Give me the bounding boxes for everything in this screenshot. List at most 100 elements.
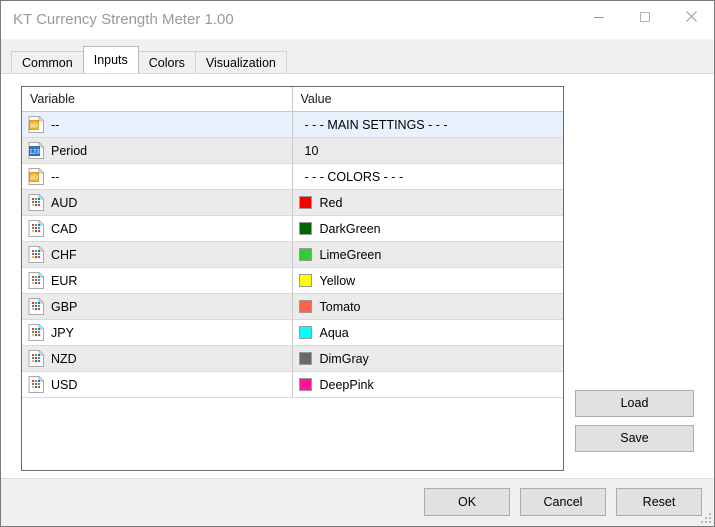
cell-variable[interactable]: EUR	[22, 267, 293, 294]
color-icon	[28, 324, 45, 341]
cell-value[interactable]: DimGray	[292, 345, 563, 372]
cell-variable[interactable]: CAD	[22, 215, 293, 242]
cell-value[interactable]: Yellow	[292, 267, 563, 294]
svg-text:123: 123	[29, 149, 40, 156]
value-label: DarkGreen	[319, 221, 381, 236]
maximize-button[interactable]	[622, 1, 668, 32]
color-swatch[interactable]	[298, 248, 312, 261]
cell-value[interactable]: Tomato	[292, 293, 563, 320]
table-row[interactable]: CAD DarkGreen	[22, 215, 563, 242]
table-row[interactable]: ab -- - - - MAIN SETTINGS - - -	[22, 111, 563, 138]
table-body: ab -- - - - MAIN SETTINGS - - - 123 Period 10…	[22, 111, 563, 398]
svg-text:ab: ab	[30, 175, 38, 182]
variable-label: --	[51, 117, 60, 132]
cell-variable[interactable]: 123 Period	[22, 137, 293, 164]
cell-value[interactable]: - - - MAIN SETTINGS - - -	[292, 111, 563, 138]
value-label: Aqua	[319, 325, 349, 340]
save-button[interactable]: Save	[575, 425, 694, 452]
tab-visualization[interactable]: Visualization	[194, 51, 287, 73]
123-icon: 123	[28, 142, 45, 159]
ab-icon: ab	[28, 168, 45, 185]
minimize-button[interactable]	[576, 1, 622, 32]
cell-variable[interactable]: ab --	[22, 163, 293, 190]
close-button[interactable]	[668, 1, 714, 32]
color-icon	[28, 246, 45, 263]
title-bar: KT Currency Strength Meter 1.00	[1, 1, 714, 39]
tab-page-inputs: Variable Value ab -- - - - MAIN SETTINGS -…	[1, 73, 714, 478]
svg-text:ab: ab	[30, 123, 38, 130]
value-label: DeepPink	[319, 377, 374, 392]
ab-icon: ab	[28, 116, 45, 133]
color-swatch[interactable]	[298, 378, 312, 391]
table-row[interactable]: 123 Period 10	[22, 137, 563, 164]
color-swatch[interactable]	[298, 352, 312, 365]
cell-variable[interactable]: GBP	[22, 293, 293, 320]
load-button[interactable]: Load	[575, 390, 694, 417]
column-header-value[interactable]: Value	[292, 87, 563, 112]
cell-value[interactable]: LimeGreen	[292, 241, 563, 268]
cell-variable[interactable]: JPY	[22, 319, 293, 346]
reset-button[interactable]: Reset	[616, 488, 702, 516]
variable-label: GBP	[51, 299, 78, 314]
value-label: 10	[304, 143, 319, 158]
window-title: KT Currency Strength Meter 1.00	[13, 11, 234, 28]
variable-label: CHF	[51, 247, 77, 262]
variable-label: NZD	[51, 351, 77, 366]
table-row[interactable]: ab -- - - - COLORS - - -	[22, 163, 563, 190]
cell-value[interactable]: Red	[292, 189, 563, 216]
value-label: Red	[319, 195, 343, 210]
value-label: - - - MAIN SETTINGS - - -	[304, 117, 448, 132]
cancel-button[interactable]: Cancel	[520, 488, 606, 516]
close-icon	[685, 11, 697, 22]
color-swatch[interactable]	[298, 326, 312, 339]
cell-variable[interactable]: NZD	[22, 345, 293, 372]
variable-label: Period	[51, 143, 88, 158]
variable-label: AUD	[51, 195, 78, 210]
table-row[interactable]: CHF LimeGreen	[22, 241, 563, 268]
table-row[interactable]: USD DeepPink	[22, 371, 563, 398]
tab-inputs[interactable]: Inputs	[82, 46, 139, 73]
tab-colors[interactable]: Colors	[137, 51, 196, 73]
maximize-icon	[640, 11, 650, 22]
column-header-variable[interactable]: Variable	[22, 87, 293, 112]
side-button-group: Load Save	[575, 390, 694, 452]
tab-common[interactable]: Common	[11, 51, 84, 73]
color-icon	[28, 220, 45, 237]
color-swatch[interactable]	[298, 300, 312, 313]
value-label: LimeGreen	[319, 247, 382, 262]
color-icon	[28, 298, 45, 315]
color-icon	[28, 376, 45, 393]
dialog-footer: OK Cancel Reset	[1, 478, 714, 526]
cell-variable[interactable]: USD	[22, 371, 293, 398]
dialog-window: KT Currency Strength Meter 1.00 Common I…	[0, 0, 715, 527]
cell-variable[interactable]: ab --	[22, 111, 293, 138]
table-row[interactable]: EUR Yellow	[22, 267, 563, 294]
cell-value[interactable]: DarkGreen	[292, 215, 563, 242]
value-label: Tomato	[319, 299, 361, 314]
cell-value[interactable]: 10	[292, 137, 563, 164]
table-row[interactable]: JPY Aqua	[22, 319, 563, 346]
inputs-table: Variable Value ab -- - - - MAIN SETTINGS -…	[22, 87, 563, 398]
tab-strip: Common Inputs Colors Visualization	[11, 45, 714, 73]
color-swatch[interactable]	[298, 222, 312, 235]
color-swatch[interactable]	[298, 274, 312, 287]
table-row[interactable]: GBP Tomato	[22, 293, 563, 320]
cell-variable[interactable]: CHF	[22, 241, 293, 268]
color-swatch[interactable]	[298, 196, 312, 209]
value-label: Yellow	[319, 273, 356, 288]
minimize-icon	[594, 16, 604, 18]
cell-value[interactable]: DeepPink	[292, 371, 563, 398]
color-icon	[28, 272, 45, 289]
color-icon	[28, 194, 45, 211]
variable-label: JPY	[51, 325, 74, 340]
cell-value[interactable]: Aqua	[292, 319, 563, 346]
cell-value[interactable]: - - - COLORS - - -	[292, 163, 563, 190]
table-row[interactable]: AUD Red	[22, 189, 563, 216]
inputs-grid[interactable]: Variable Value ab -- - - - MAIN SETTINGS -…	[21, 86, 564, 471]
cell-variable[interactable]: AUD	[22, 189, 293, 216]
resize-grip-icon[interactable]	[700, 512, 712, 524]
ok-button[interactable]: OK	[424, 488, 510, 516]
table-row[interactable]: NZD DimGray	[22, 345, 563, 372]
variable-label: --	[51, 169, 60, 184]
value-label: DimGray	[319, 351, 369, 366]
